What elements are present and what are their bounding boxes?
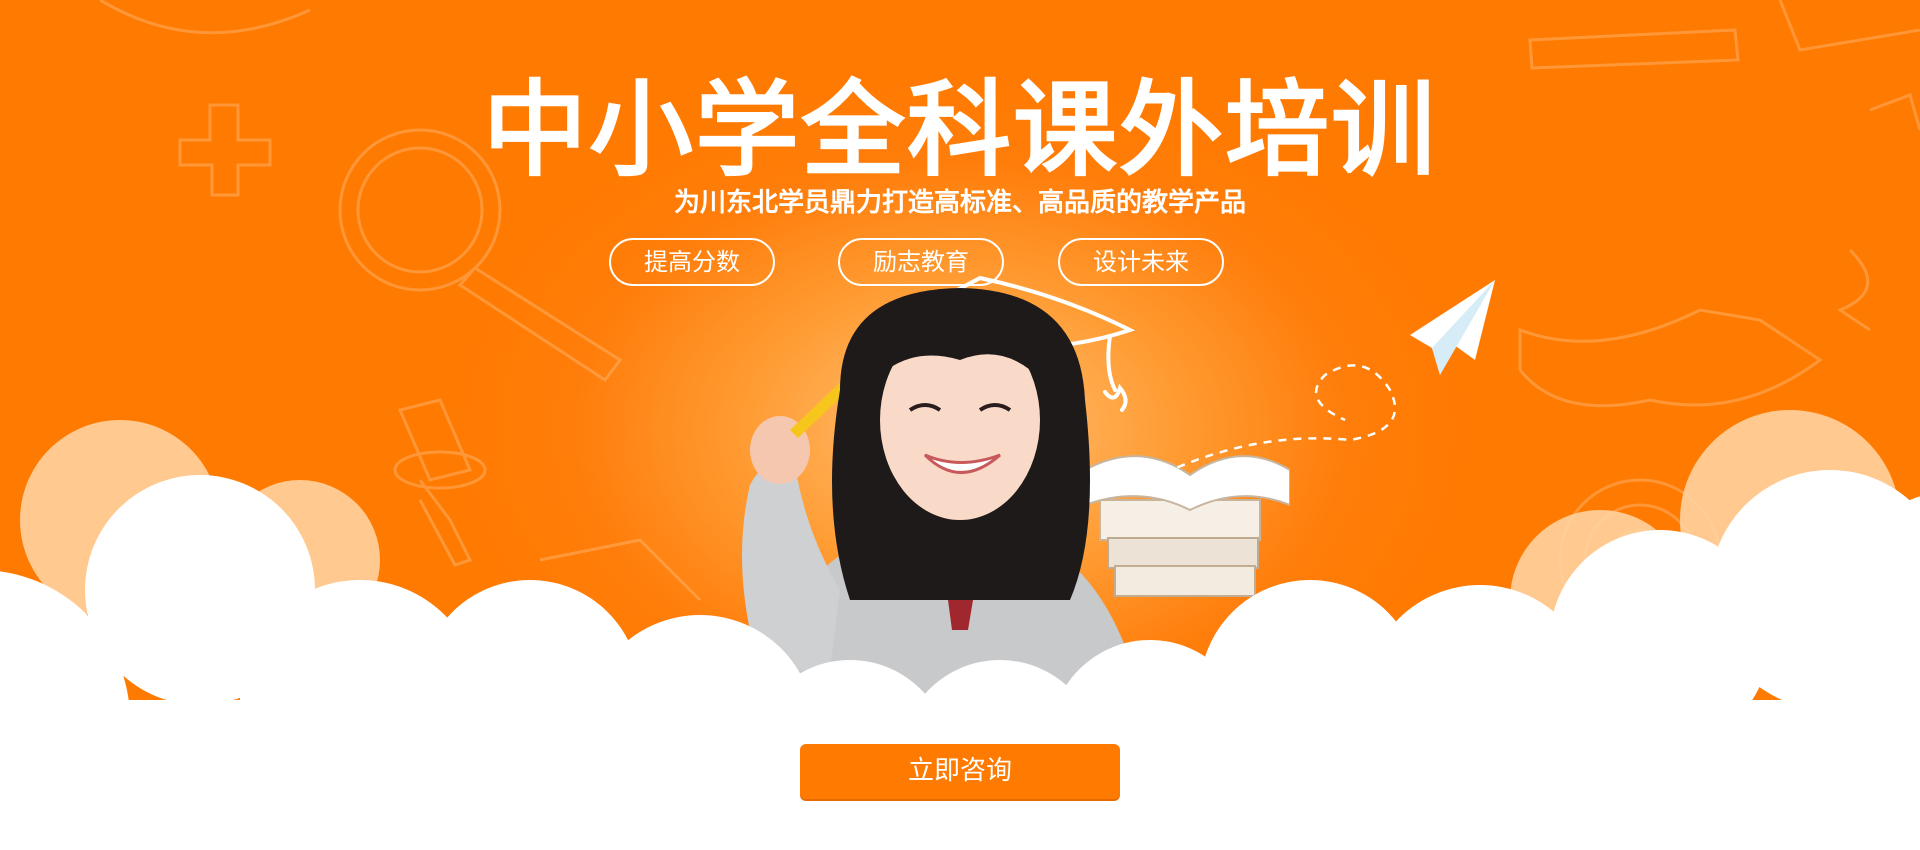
tag-motivational-education[interactable]: 励志教育 bbox=[838, 238, 1004, 286]
tag-improve-score[interactable]: 提高分数 bbox=[609, 238, 775, 286]
hero-banner: 中小学全科课外培训 为川东北学员鼎力打造高标准、高品质的教学产品 提高分数 励志… bbox=[0, 0, 1920, 850]
page-title: 中小学全科课外培训 bbox=[482, 69, 1437, 191]
tag-design-future[interactable]: 设计未来 bbox=[1058, 238, 1224, 286]
consult-now-button[interactable]: 立即咨询 bbox=[800, 744, 1120, 799]
page-subtitle: 为川东北学员鼎力打造高标准、高品质的教学产品 bbox=[673, 188, 1246, 218]
